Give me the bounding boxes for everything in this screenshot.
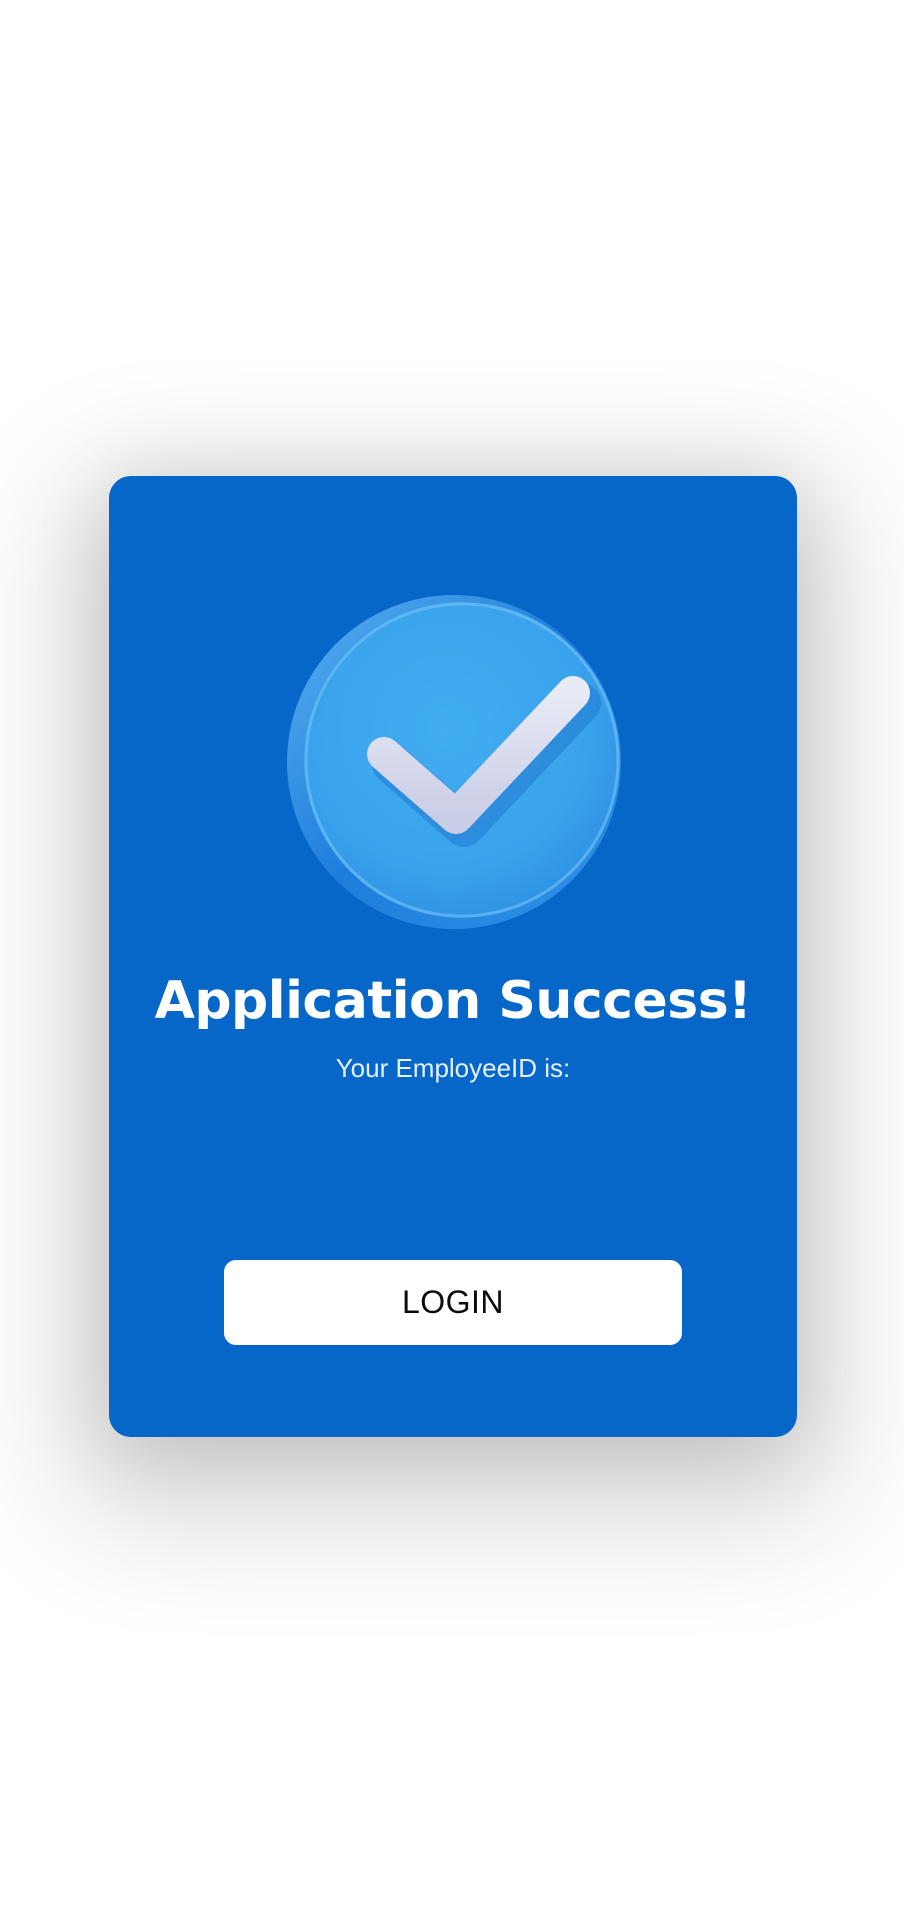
check-circle-icon xyxy=(286,594,622,930)
login-button[interactable]: LOGIN xyxy=(224,1260,682,1345)
employee-id-value xyxy=(109,1100,797,1220)
page-background: Application Success! Your EmployeeID is:… xyxy=(0,0,904,1913)
page-title: Application Success! xyxy=(154,971,752,1031)
success-card: Application Success! Your EmployeeID is:… xyxy=(109,476,797,1437)
employee-id-label: Your EmployeeID is: xyxy=(335,1053,571,1083)
